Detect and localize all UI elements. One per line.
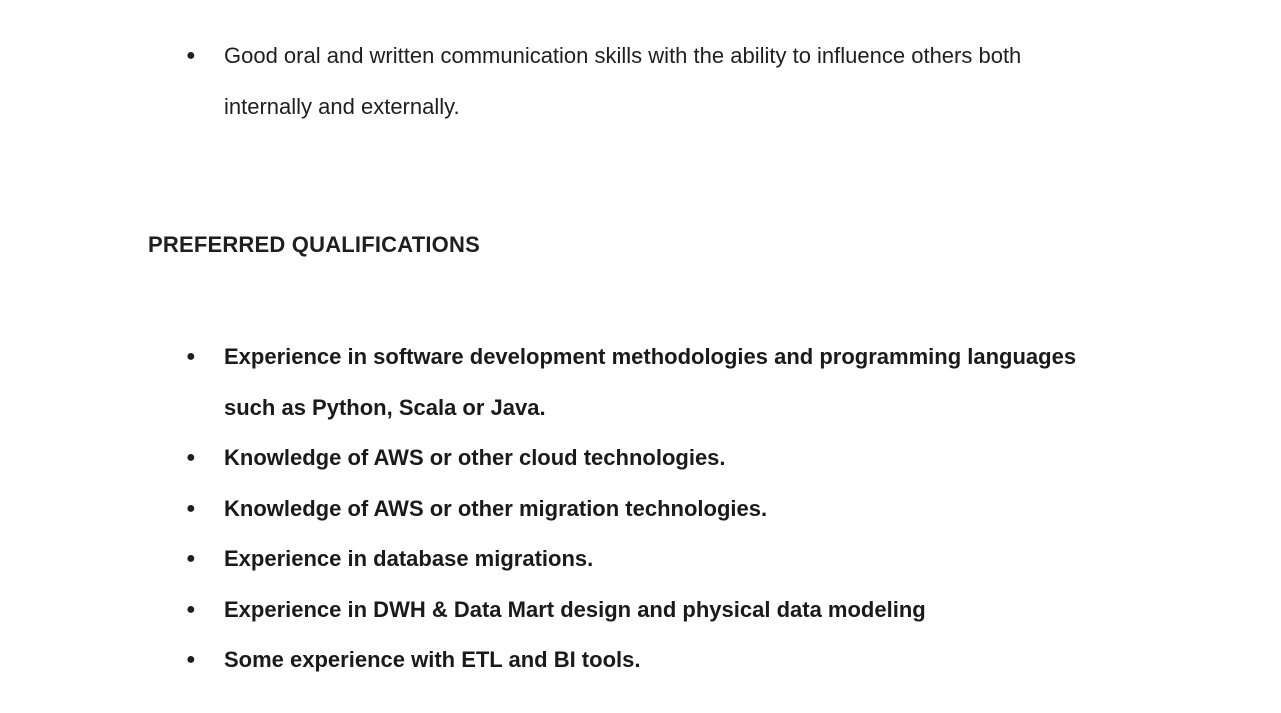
list-item-text: Good oral and written communication skil… [224, 43, 1022, 119]
preferred-qualifications-list: ● Experience in software development met… [186, 332, 1086, 686]
list-item-text: Experience in software development metho… [224, 344, 1077, 420]
list-item: ● Good oral and written communication sk… [186, 31, 1086, 132]
bullet-icon: ● [186, 449, 196, 466]
bullet-icon: ● [186, 550, 196, 567]
document-page: ● Good oral and written communication sk… [0, 0, 1281, 713]
list-item: ● Experience in software development met… [186, 332, 1086, 433]
list-item-text: Experience in database migrations. [224, 546, 594, 571]
list-item: ● Some experience with ETL and BI tools. [186, 635, 1086, 686]
list-item-text: Knowledge of AWS or other migration tech… [224, 495, 768, 521]
list-item-text: Experience in DWH & Data Mart design and… [224, 596, 926, 622]
list-item: ● Knowledge of AWS or other cloud techno… [186, 433, 1086, 484]
bullet-icon: ● [186, 499, 196, 517]
bullet-icon: ● [186, 600, 196, 618]
list-item: ● Experience in database migrations. [186, 534, 1086, 585]
list-item-text: Some experience with ETL and BI tools. [224, 647, 641, 672]
list-item-text: Knowledge of AWS or other cloud technolo… [224, 445, 726, 470]
section-heading-preferred-qualifications: PREFERRED QUALIFICATIONS [148, 232, 480, 257]
bullet-icon: ● [186, 651, 196, 668]
bullet-icon: ● [186, 348, 196, 365]
qualifications-list: ● Good oral and written communication sk… [186, 31, 1086, 132]
list-item: ● Experience in DWH & Data Mart design a… [186, 585, 1086, 636]
list-item: ● Knowledge of AWS or other migration te… [186, 484, 1086, 535]
bullet-icon: ● [186, 47, 196, 64]
